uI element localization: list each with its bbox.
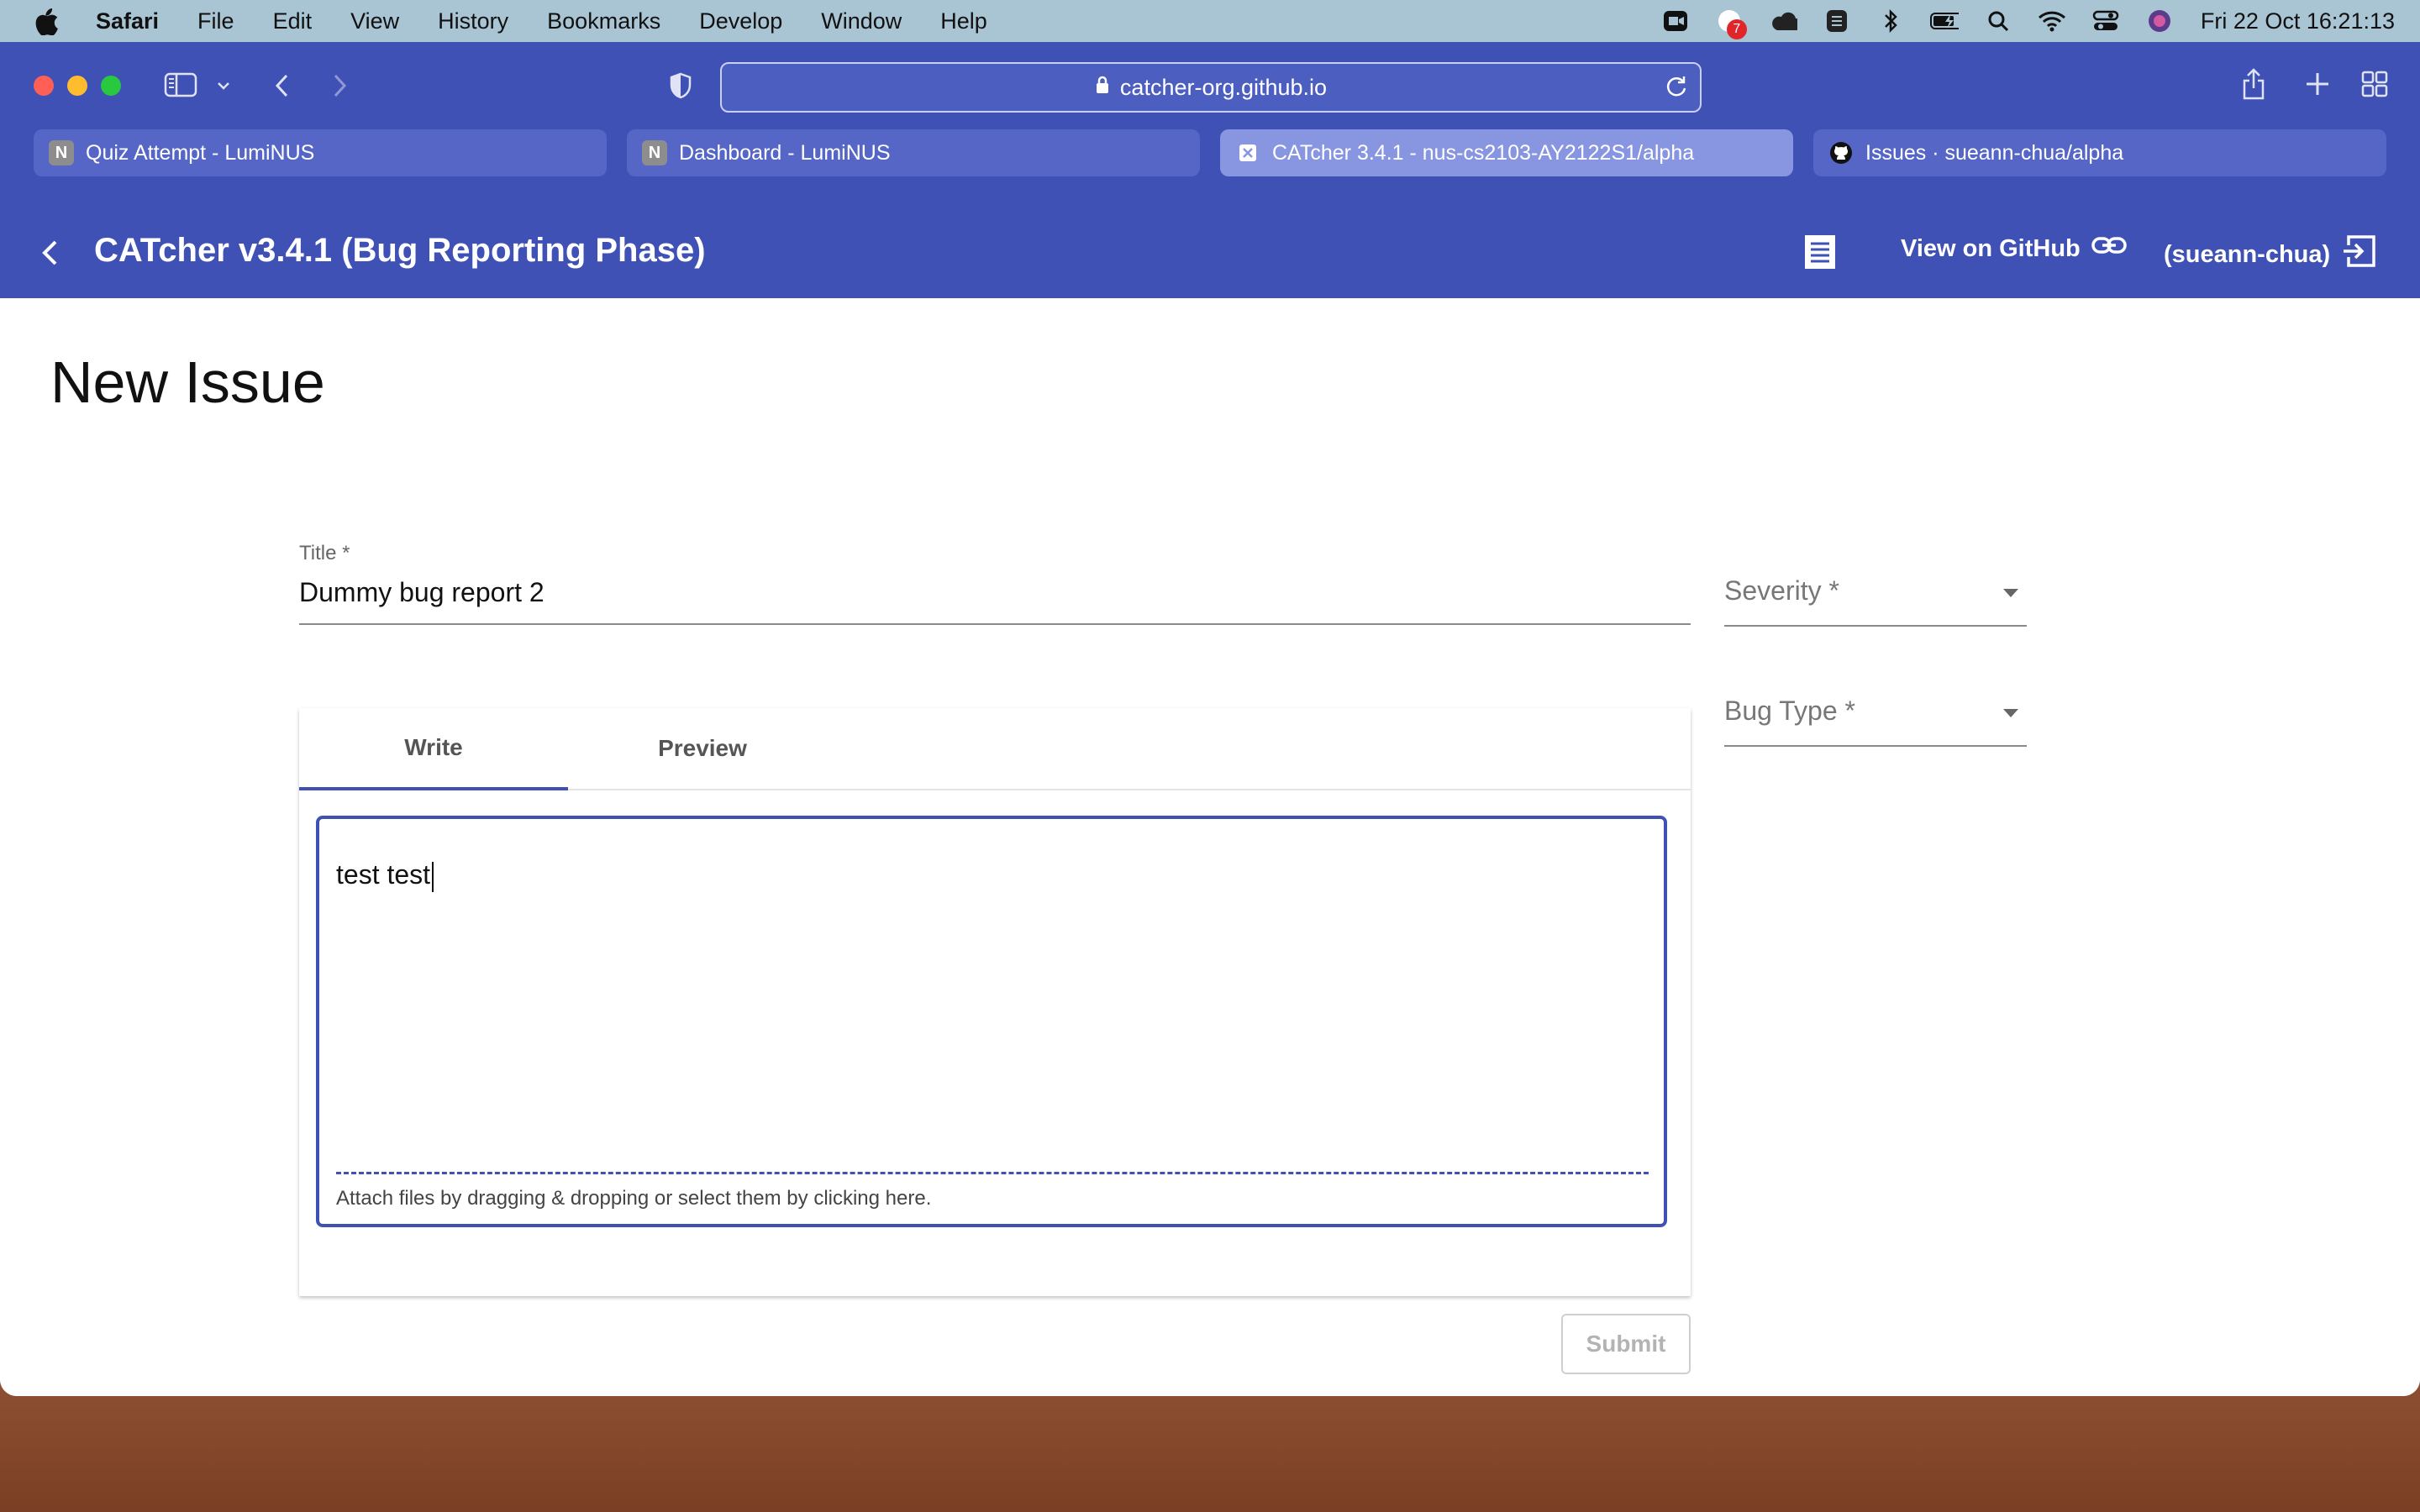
back-arrow-icon[interactable] <box>34 234 67 276</box>
description-textarea[interactable]: test test Attach files by dragging & dro… <box>316 816 1667 1227</box>
wifi-icon[interactable] <box>2038 9 2066 33</box>
menu-window[interactable]: Window <box>821 8 902 34</box>
tab-label: Issues · sueann-chua/alpha <box>1865 140 2124 165</box>
url-text: catcher-org.github.io <box>1119 74 1328 100</box>
tab-bar: N Quiz Attempt - LumiNUS N Dashboard - L… <box>34 129 2386 176</box>
bug-type-select[interactable]: Bug Type * <box>1724 696 2027 747</box>
bug-type-placeholder: Bug Type * <box>1724 696 1855 726</box>
browser-window: catcher-org.github.io N Quiz Attempt - L… <box>0 42 2420 1396</box>
apple-icon[interactable] <box>34 8 59 36</box>
menu-develop[interactable]: Develop <box>699 8 782 34</box>
tab-label: Quiz Attempt - LumiNUS <box>86 140 315 165</box>
description-text: test test <box>336 859 431 890</box>
luminus-favicon-icon: N <box>49 140 74 165</box>
tab-catcher[interactable]: CATcher 3.4.1 - nus-cs2103-AY2122S1/alph… <box>1220 129 1793 176</box>
menu-help[interactable]: Help <box>940 8 987 34</box>
app-header: CATcher v3.4.1 (Bug Reporting Phase) Vie… <box>0 207 2420 299</box>
app-title: CATcher v3.4.1 (Bug Reporting Phase) <box>94 232 706 269</box>
view-on-github-link[interactable]: View on GitHub <box>1901 234 2128 264</box>
document-icon[interactable] <box>1802 234 1838 275</box>
tab-github-issues[interactable]: Issues · sueann-chua/alpha <box>1813 129 2386 176</box>
tab-write[interactable]: Write <box>299 708 568 790</box>
submit-button[interactable]: Submit <box>1561 1314 1691 1374</box>
page-title: New Issue <box>50 349 325 415</box>
severity-select[interactable]: Severity * <box>1724 575 2027 627</box>
menu-clock[interactable]: Fri 22 Oct 16:21:13 <box>2201 8 2395 34</box>
link-icon <box>2091 234 2128 264</box>
address-bar[interactable]: catcher-org.github.io <box>720 62 1702 113</box>
zoom-window-button[interactable] <box>101 76 121 96</box>
tab-overview-icon[interactable] <box>2360 69 2390 99</box>
share-icon[interactable] <box>2238 66 2269 102</box>
tab-label: CATcher 3.4.1 - nus-cs2103-AY2122S1/alph… <box>1272 140 1695 165</box>
tab-label: Dashboard - LumiNUS <box>679 140 891 165</box>
github-link-label: View on GitHub <box>1901 234 2081 262</box>
menu-safari[interactable]: Safari <box>96 8 159 34</box>
title-input[interactable]: Dummy bug report 2 <box>299 577 1691 608</box>
github-favicon-icon <box>1828 140 1854 165</box>
battery-icon[interactable] <box>1929 9 1959 33</box>
siri-icon[interactable] <box>2145 9 2174 33</box>
severity-underline <box>1724 625 2027 627</box>
control-center-icon[interactable] <box>2091 9 2120 33</box>
logout-icon <box>2342 234 2377 276</box>
browser-toolbar: catcher-org.github.io N Quiz Attempt - L… <box>0 42 2420 298</box>
username-label: (sueann-chua) <box>2164 240 2331 268</box>
spotlight-search-icon[interactable] <box>1984 9 2012 33</box>
window-controls <box>34 76 134 96</box>
privacy-shield-icon[interactable] <box>666 71 696 101</box>
title-label: Title * <box>299 542 350 564</box>
menu-file[interactable]: File <box>197 8 234 34</box>
attach-files-hint[interactable]: Attach files by dragging & dropping or s… <box>336 1187 931 1210</box>
tab-dashboard[interactable]: N Dashboard - LumiNUS <box>627 129 1200 176</box>
page-content: New Issue Title * Dummy bug report 2 Sev… <box>0 298 2420 1396</box>
attach-dropzone-divider <box>336 1172 1649 1174</box>
sidebar-toggle-icon[interactable] <box>160 71 202 99</box>
notification-badge: 7 <box>1726 19 1747 39</box>
back-nav-icon[interactable] <box>269 71 294 101</box>
issue-title-field[interactable]: Title * Dummy bug report 2 <box>299 542 1691 625</box>
title-underline <box>299 623 1691 625</box>
menu-bookmarks[interactable]: Bookmarks <box>547 8 660 34</box>
catcher-favicon-icon <box>1235 140 1260 165</box>
close-window-button[interactable] <box>34 76 54 96</box>
severity-placeholder: Severity * <box>1724 575 1839 606</box>
notification-icon[interactable]: 7 <box>1715 9 1747 39</box>
bug-type-underline <box>1724 745 2027 747</box>
minimize-window-button[interactable] <box>67 76 87 96</box>
dropdown-arrow-icon <box>2003 589 2018 597</box>
menu-view[interactable]: View <box>350 8 399 34</box>
dropdown-arrow-icon <box>2003 709 2018 717</box>
macos-menu-bar: Safari File Edit View History Bookmarks … <box>0 0 2420 42</box>
text-caret <box>432 861 434 892</box>
cloud-icon[interactable] <box>1769 9 1797 33</box>
new-tab-icon[interactable] <box>2302 69 2333 99</box>
forward-nav-icon[interactable] <box>328 71 353 101</box>
reload-icon[interactable] <box>1665 74 1688 103</box>
description-card: Write Preview test test Attach files by … <box>299 708 1691 1296</box>
tab-preview[interactable]: Preview <box>568 708 837 789</box>
logout-button[interactable]: (sueann-chua) <box>2164 234 2377 276</box>
menu-edit[interactable]: Edit <box>273 8 313 34</box>
chevron-down-icon[interactable] <box>213 76 234 96</box>
editor-tabs: Write Preview <box>299 708 1691 790</box>
shield-app-icon[interactable] <box>1823 9 1851 33</box>
bluetooth-icon[interactable] <box>1876 8 1905 34</box>
zoom-icon[interactable] <box>1661 9 1690 33</box>
lock-icon <box>1095 75 1110 101</box>
menu-history[interactable]: History <box>438 8 508 34</box>
tab-quiz-attempt[interactable]: N Quiz Attempt - LumiNUS <box>34 129 607 176</box>
luminus-favicon-icon: N <box>642 140 667 165</box>
